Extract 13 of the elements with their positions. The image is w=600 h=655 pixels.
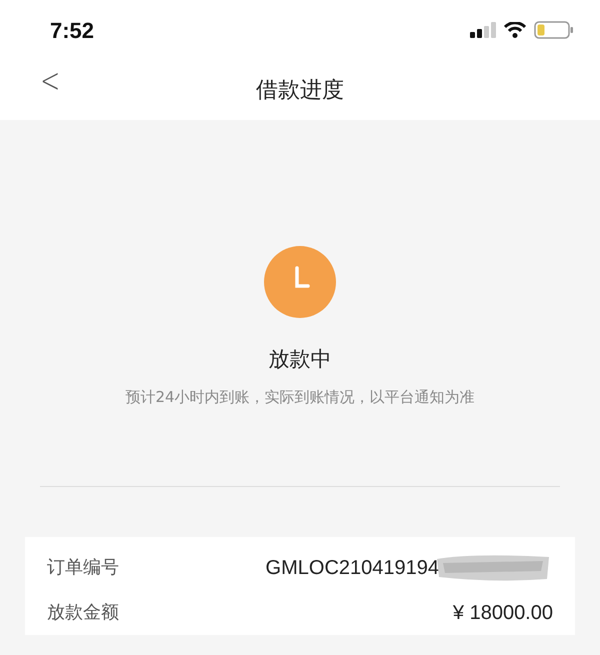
back-button[interactable]: <	[40, 64, 60, 98]
detail-label: 放款金额	[47, 601, 119, 625]
detail-label: 订单编号	[47, 556, 119, 580]
wifi-icon	[504, 22, 526, 38]
detail-value: ¥ 18000.00	[452, 600, 553, 626]
battery-icon	[534, 21, 574, 39]
status-time: 7:52	[50, 16, 94, 44]
status-note: 预计24小时内到账，实际到账情况，以平台通知为准	[125, 386, 475, 408]
signal-icon	[470, 22, 496, 38]
detail-value: GMLOC210419194	[266, 556, 439, 580]
page-title: 借款进度	[256, 76, 344, 104]
status-title: 放款中	[268, 346, 332, 373]
clock-icon	[264, 246, 336, 318]
